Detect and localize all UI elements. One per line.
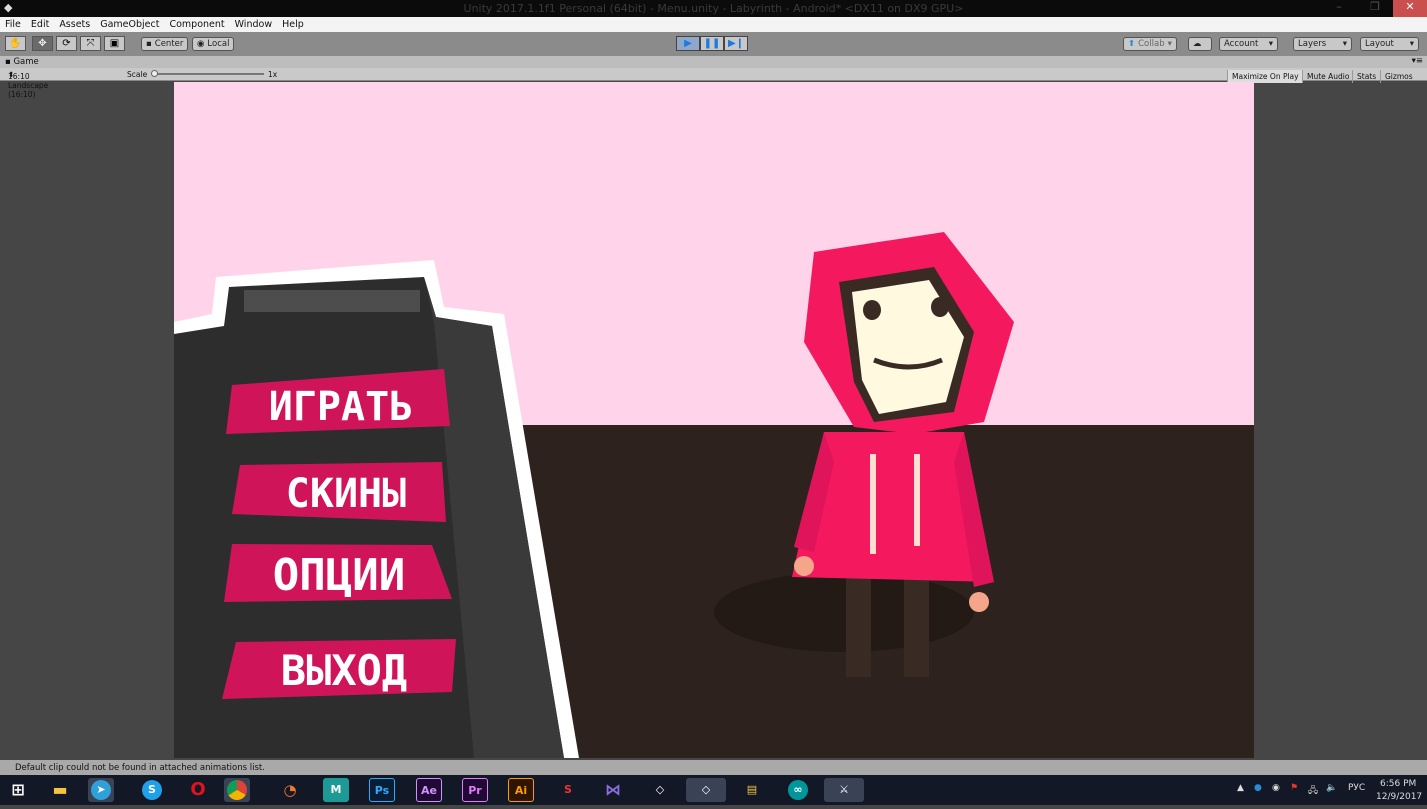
maya-icon[interactable]: M [323, 778, 349, 802]
game-view[interactable]: ИГРАТЬ СКИНЫ ОПЦИИ ВЫХОД [174, 82, 1254, 758]
close-button[interactable]: ✕ [1393, 0, 1427, 17]
chrome-icon[interactable] [224, 778, 250, 802]
game-controls: 16:10 Landscape (16:10) ⬍ Scale 1x Maxim… [0, 68, 1427, 99]
pause-button[interactable]: ❚❚ [700, 36, 724, 51]
step-button[interactable]: ▶❙ [724, 36, 748, 51]
status-bar: Default clip could not be found in attac… [0, 760, 1427, 775]
premiere-icon[interactable]: Pr [462, 778, 488, 802]
game-tab[interactable]: ▪ Game [5, 57, 39, 67]
pivot-center-button[interactable]: ▪ Center [141, 37, 189, 51]
app-icon[interactable]: S [555, 778, 581, 802]
move-tool-icon[interactable]: ✥ [32, 36, 53, 51]
gizmos-button[interactable]: Gizmos [1380, 70, 1417, 83]
steam-icon[interactable]: ◉ [1272, 783, 1280, 793]
unity-icon[interactable]: ◇ [647, 778, 673, 802]
scale-tool-icon[interactable]: ⤧ [80, 36, 101, 51]
skins-menu-label: СКИНЫ [286, 471, 406, 517]
minimize-button[interactable]: – [1321, 0, 1357, 17]
rotate-tool-icon[interactable]: ⟳ [56, 36, 77, 51]
language-indicator[interactable]: РУС [1348, 783, 1365, 793]
collab-button[interactable]: ⬆ Collab ▾ [1123, 37, 1177, 51]
action-center-flag-icon[interactable]: ⚑ [1290, 783, 1298, 793]
blender-icon[interactable]: ◔ [277, 778, 303, 802]
scale-label: Scale [127, 70, 148, 79]
exit-menu-label: ВЫХОД [281, 646, 407, 695]
tab-menu-icon[interactable]: ▾≡ [1412, 56, 1423, 66]
menu-component[interactable]: Component [164, 17, 229, 32]
visual-studio-icon[interactable]: ⋈ [600, 778, 626, 802]
telegram-icon[interactable]: ➤ [88, 778, 114, 802]
stats-button[interactable]: Stats [1352, 70, 1380, 83]
volume-icon[interactable]: 🔈 [1326, 783, 1337, 793]
clock-date[interactable]: 12/9/2017 [1376, 792, 1422, 802]
menu-edit[interactable]: Edit [26, 17, 54, 32]
restore-button[interactable]: ❐ [1357, 0, 1393, 17]
account-dropdown[interactable]: Account ▾ [1219, 37, 1278, 51]
toolbar: ✋ ✥ ⟳ ⤧ ▣ ▪ Center ◉ Local ▶ ❚❚ ▶❙ ⬆ Collab… [0, 32, 1427, 56]
arduino-icon[interactable]: ∞ [785, 778, 811, 802]
clock-time[interactable]: 6:56 PM [1380, 779, 1416, 789]
photoshop-icon[interactable]: Ps [369, 778, 395, 802]
rect-tool-icon[interactable]: ▣ [104, 36, 125, 51]
local-icon: ◉ [197, 39, 205, 49]
hand-tool-icon[interactable]: ✋ [5, 36, 26, 51]
unity-editor-icon[interactable]: ◇ [686, 778, 726, 802]
aspect-dropdown[interactable]: 16:10 Landscape (16:10) ⬍ [8, 70, 48, 99]
layers-dropdown[interactable]: Layers ▾ [1293, 37, 1352, 51]
title-bar: ◆ Unity 2017.1.1f1 Personal (64bit) - Me… [0, 0, 1427, 17]
menu-bar: File Edit Assets GameObject Component Wi… [0, 17, 1427, 32]
play-menu-label: ИГРАТЬ [269, 384, 414, 430]
scale-slider[interactable] [152, 73, 264, 75]
skype-icon[interactable]: S [139, 778, 165, 802]
cloud-button[interactable]: ☁ [1188, 37, 1212, 51]
menu-help[interactable]: Help [277, 17, 309, 32]
opera-icon[interactable]: O [185, 778, 211, 802]
network-status-icon[interactable]: ● [1254, 783, 1262, 793]
network-icon[interactable]: 🖧 [1308, 783, 1318, 799]
app-icon[interactable]: ⚔ [824, 778, 864, 802]
layout-dropdown[interactable]: Layout ▾ [1360, 37, 1419, 51]
blurred-logo [244, 290, 420, 312]
scale-slider-handle[interactable] [151, 70, 158, 77]
paint-icon[interactable]: ▤ [739, 778, 765, 802]
options-menu-label: ОПЦИИ [273, 550, 405, 601]
windows-start-icon[interactable]: ⊞ [5, 778, 31, 802]
cloud-icon: ☁ [1193, 39, 1202, 49]
pivot-local-button[interactable]: ◉ Local [192, 37, 235, 51]
collab-icon: ⬆ [1128, 39, 1136, 49]
mute-audio-button[interactable]: Mute Audio [1302, 70, 1353, 83]
scale-value: 1x [268, 70, 278, 79]
play-button[interactable]: ▶ [676, 36, 700, 51]
game-tab-bar: ▪ Game ▾≡ [0, 56, 1427, 68]
menu-assets[interactable]: Assets [54, 17, 95, 32]
status-message[interactable]: Default clip could not be found in attac… [15, 763, 265, 773]
pivot-icon: ▪ [146, 39, 152, 49]
after-effects-icon[interactable]: Ae [416, 778, 442, 802]
illustrator-icon[interactable]: Ai [508, 778, 534, 802]
menu-window[interactable]: Window [230, 17, 277, 32]
file-explorer-icon[interactable]: ▬ [47, 778, 73, 802]
show-hidden-icons[interactable]: ▲ [1237, 783, 1244, 793]
menu-file[interactable]: File [0, 17, 26, 32]
window-title: Unity 2017.1.1f1 Personal (64bit) - Menu… [463, 2, 964, 15]
taskbar: ⊞ ▬ ➤ S O ◔ M Ps Ae Pr Ai S ⋈ ◇ ◇ ▤ ∞ ⚔ … [0, 775, 1427, 805]
menu-gameobject[interactable]: GameObject [95, 17, 164, 32]
